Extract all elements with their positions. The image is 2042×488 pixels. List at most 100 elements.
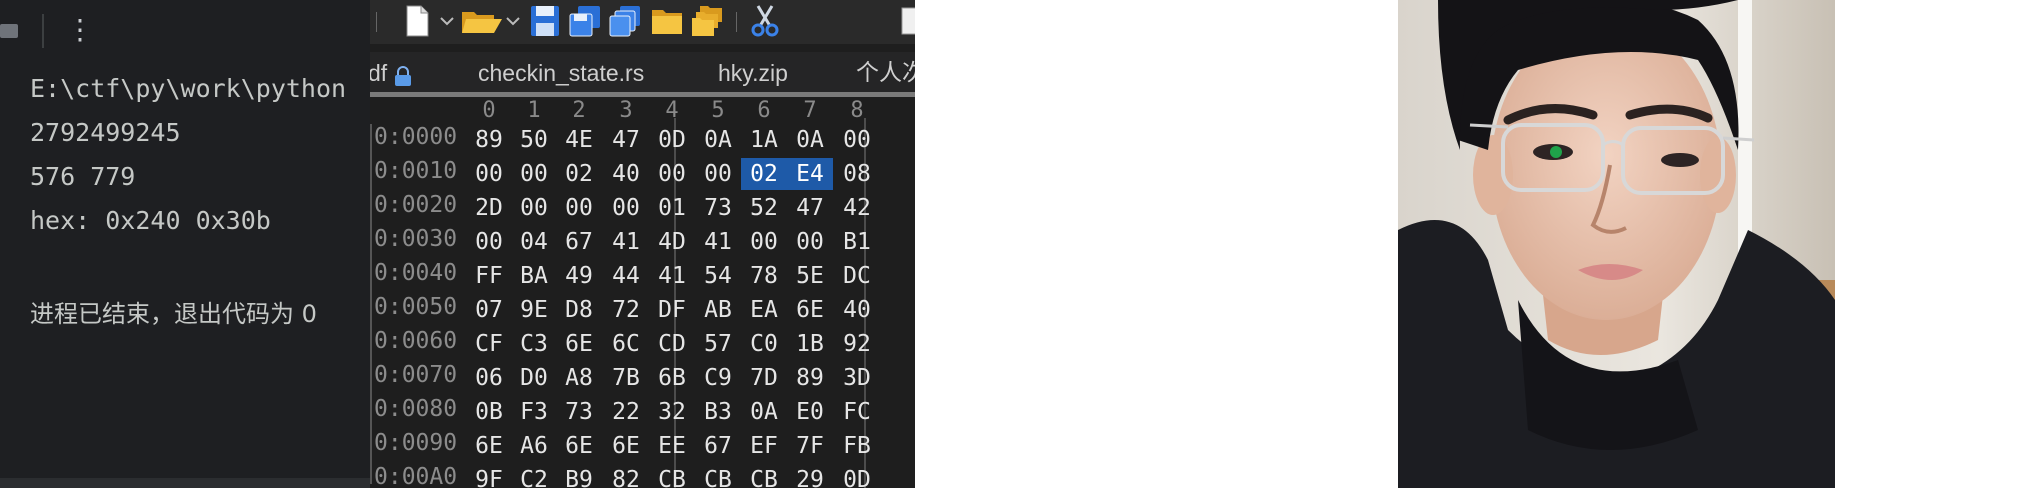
- hex-byte[interactable]: 6E: [466, 430, 512, 462]
- hex-byte[interactable]: 47: [787, 192, 833, 224]
- hex-byte[interactable]: AB: [695, 294, 741, 326]
- hex-byte[interactable]: 00: [466, 226, 512, 258]
- hex-byte[interactable]: EA: [741, 294, 787, 326]
- hex-byte[interactable]: C9: [695, 362, 741, 394]
- hex-byte[interactable]: FF: [466, 260, 512, 292]
- hex-byte[interactable]: 5E: [787, 260, 833, 292]
- hex-byte[interactable]: 01: [649, 192, 695, 224]
- hex-byte[interactable]: 47: [603, 124, 649, 156]
- hex-byte[interactable]: 6C: [603, 328, 649, 360]
- hex-byte[interactable]: 82: [603, 464, 649, 488]
- chevron-down-icon[interactable]: [504, 4, 522, 38]
- hex-byte[interactable]: A8: [556, 362, 602, 394]
- hex-byte[interactable]: 00: [556, 192, 602, 224]
- hex-byte[interactable]: 04: [511, 226, 557, 258]
- hex-byte[interactable]: 1A: [741, 124, 787, 156]
- hex-byte[interactable]: CB: [741, 464, 787, 488]
- selected-hex-byte[interactable]: E4: [787, 158, 833, 190]
- hex-byte[interactable]: 6E: [556, 328, 602, 360]
- hex-byte[interactable]: 0A: [787, 124, 833, 156]
- hex-byte[interactable]: 00: [466, 158, 512, 190]
- hex-byte[interactable]: 44: [603, 260, 649, 292]
- hex-byte[interactable]: FC: [834, 396, 880, 428]
- hex-byte[interactable]: CB: [695, 464, 741, 488]
- hex-byte[interactable]: 42: [834, 192, 880, 224]
- hex-byte[interactable]: 54: [695, 260, 741, 292]
- hex-byte[interactable]: 89: [466, 124, 512, 156]
- hex-byte[interactable]: 07: [466, 294, 512, 326]
- hex-byte[interactable]: 7F: [787, 430, 833, 462]
- hex-byte[interactable]: 41: [649, 260, 695, 292]
- hex-byte[interactable]: B3: [695, 396, 741, 428]
- horizontal-scrollbar[interactable]: [0, 478, 370, 488]
- hex-byte[interactable]: B1: [834, 226, 880, 258]
- hex-byte[interactable]: 02: [556, 158, 602, 190]
- hex-byte[interactable]: 4E: [556, 124, 602, 156]
- hex-byte[interactable]: 92: [834, 328, 880, 360]
- hex-byte[interactable]: EE: [649, 430, 695, 462]
- copy-icon[interactable]: [898, 4, 915, 38]
- hex-byte[interactable]: CF: [466, 328, 512, 360]
- selected-hex-byte[interactable]: 02: [741, 158, 787, 190]
- hex-byte[interactable]: 9E: [511, 294, 557, 326]
- hex-byte[interactable]: C3: [511, 328, 557, 360]
- hex-byte[interactable]: EF: [741, 430, 787, 462]
- save-all-icon[interactable]: [608, 4, 642, 38]
- cut-icon[interactable]: [748, 4, 782, 38]
- hex-byte[interactable]: 52: [741, 192, 787, 224]
- hex-byte[interactable]: 00: [695, 158, 741, 190]
- hex-byte[interactable]: 41: [695, 226, 741, 258]
- hex-byte[interactable]: 22: [603, 396, 649, 428]
- hex-byte[interactable]: CD: [649, 328, 695, 360]
- hex-byte[interactable]: 06: [466, 362, 512, 394]
- hex-byte[interactable]: B9: [556, 464, 602, 488]
- hex-byte[interactable]: C2: [511, 464, 557, 488]
- hex-byte[interactable]: 00: [834, 124, 880, 156]
- hex-byte[interactable]: 00: [741, 226, 787, 258]
- hex-byte[interactable]: 00: [787, 226, 833, 258]
- hex-byte[interactable]: E0: [787, 396, 833, 428]
- hex-byte[interactable]: 41: [603, 226, 649, 258]
- hex-byte[interactable]: 40: [603, 158, 649, 190]
- hex-byte[interactable]: 7B: [603, 362, 649, 394]
- hex-byte[interactable]: 29: [787, 464, 833, 488]
- hex-byte[interactable]: 0A: [741, 396, 787, 428]
- folder-icon[interactable]: [650, 4, 684, 38]
- open-folder-icon[interactable]: [460, 4, 504, 38]
- hex-byte[interactable]: D8: [556, 294, 602, 326]
- hex-byte[interactable]: 73: [556, 396, 602, 428]
- hex-byte[interactable]: 32: [649, 396, 695, 428]
- hex-byte[interactable]: F3: [511, 396, 557, 428]
- hex-byte[interactable]: 6E: [603, 430, 649, 462]
- hex-byte[interactable]: 0B: [466, 396, 512, 428]
- hex-byte[interactable]: 73: [695, 192, 741, 224]
- hex-byte[interactable]: 67: [556, 226, 602, 258]
- hex-byte[interactable]: A6: [511, 430, 557, 462]
- hex-byte[interactable]: DF: [649, 294, 695, 326]
- hex-byte[interactable]: 00: [511, 158, 557, 190]
- hex-byte[interactable]: DC: [834, 260, 880, 292]
- hex-byte[interactable]: 08: [834, 158, 880, 190]
- hex-byte[interactable]: 50: [511, 124, 557, 156]
- hex-byte[interactable]: 00: [649, 158, 695, 190]
- hex-byte[interactable]: 78: [741, 260, 787, 292]
- hex-byte[interactable]: 6E: [556, 430, 602, 462]
- hex-byte[interactable]: 6E: [787, 294, 833, 326]
- hex-byte[interactable]: 4D: [649, 226, 695, 258]
- hex-byte[interactable]: 0D: [649, 124, 695, 156]
- hex-byte[interactable]: 89: [787, 362, 833, 394]
- hex-byte[interactable]: 2D: [466, 192, 512, 224]
- chevron-down-icon[interactable]: [438, 4, 456, 38]
- hex-byte[interactable]: 3D: [834, 362, 880, 394]
- hex-byte[interactable]: 00: [511, 192, 557, 224]
- hex-byte[interactable]: CB: [649, 464, 695, 488]
- hex-byte[interactable]: 7D: [741, 362, 787, 394]
- hex-byte[interactable]: 57: [695, 328, 741, 360]
- hex-byte[interactable]: 72: [603, 294, 649, 326]
- hex-byte[interactable]: 00: [603, 192, 649, 224]
- save-icon[interactable]: [528, 4, 562, 38]
- hex-byte[interactable]: BA: [511, 260, 557, 292]
- hex-byte[interactable]: 40: [834, 294, 880, 326]
- hex-byte[interactable]: 49: [556, 260, 602, 292]
- tab-pdf[interactable]: df: [370, 56, 387, 90]
